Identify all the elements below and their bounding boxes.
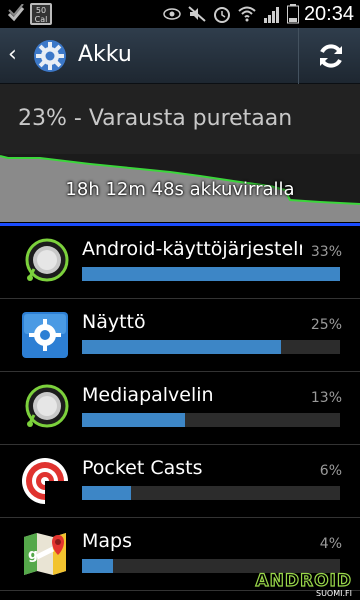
svg-text:g: g [28, 547, 38, 563]
usage-bar [82, 486, 340, 500]
usage-bar-fill [82, 267, 340, 281]
battery-badge-top: 50 [35, 6, 47, 15]
settings-gear-icon[interactable] [32, 38, 68, 74]
list-item[interactable]: Android-käyttöjärjestelm 33% [0, 226, 360, 299]
battery-icon [286, 4, 299, 24]
android-os-icon [25, 238, 69, 282]
check-icon [7, 4, 25, 22]
item-percent: 25% [310, 317, 342, 333]
item-percent: 33% [310, 244, 342, 260]
status-clock: 20:34 [303, 2, 354, 25]
pocket-casts-icon [22, 458, 69, 505]
usage-bar-fill [82, 486, 132, 500]
usage-bar-fill [82, 413, 186, 427]
list-item[interactable]: Mediapalvelin 13% [0, 372, 360, 445]
item-percent: 13% [310, 390, 342, 406]
list-item[interactable]: Pocket Casts 6% [0, 445, 360, 518]
page-title: Akku [78, 42, 132, 67]
watermark-logo: ANDROID [256, 571, 352, 591]
display-settings-icon [22, 312, 68, 358]
eye-icon [163, 8, 181, 20]
battery-usage-list: Android-käyttöjärjestelm 33% Näyttö 25% … [0, 226, 360, 591]
item-label: Maps [82, 530, 132, 552]
media-server-icon [25, 384, 69, 428]
mute-icon [188, 6, 206, 22]
calendar-badge-icon: 50 Cal [30, 3, 52, 25]
battery-summary: 23% - Varausta puretaan [0, 84, 360, 154]
usage-bar [82, 340, 340, 354]
refresh-button[interactable] [298, 28, 360, 84]
battery-badge-bottom: Cal [34, 15, 48, 24]
android-suomi-watermark: ANDROID SUOMI.FI [255, 570, 352, 598]
watermark-sub: SUOMI.FI [316, 589, 352, 598]
usage-bar-fill [82, 559, 113, 573]
item-label: Mediapalvelin [82, 384, 214, 406]
usage-bar-fill [82, 340, 281, 354]
signal-icon [263, 7, 279, 23]
back-icon[interactable]: ‹ [8, 42, 17, 67]
usage-bar [82, 267, 340, 281]
action-bar: ‹ Akku [0, 28, 360, 84]
item-percent: 4% [319, 536, 342, 552]
usage-bar [82, 413, 340, 427]
item-percent: 6% [319, 463, 342, 479]
item-label: Android-käyttöjärjestelm [82, 238, 302, 260]
maps-icon: g [24, 533, 66, 575]
battery-status-text: 23% - Varausta puretaan [18, 106, 293, 131]
list-item[interactable]: Näyttö 25% [0, 299, 360, 372]
item-label: Pocket Casts [82, 457, 203, 479]
refresh-icon[interactable] [315, 40, 347, 72]
status-bar: 50 Cal 20:34 [0, 0, 360, 28]
battery-time-label: 18h 12m 48s akkuvirralla [65, 179, 295, 200]
wifi-icon [238, 6, 256, 22]
item-label: Näyttö [82, 311, 146, 333]
battery-history-graph[interactable]: 18h 12m 48s akkuvirralla [0, 154, 360, 222]
alarm-icon [213, 7, 230, 23]
